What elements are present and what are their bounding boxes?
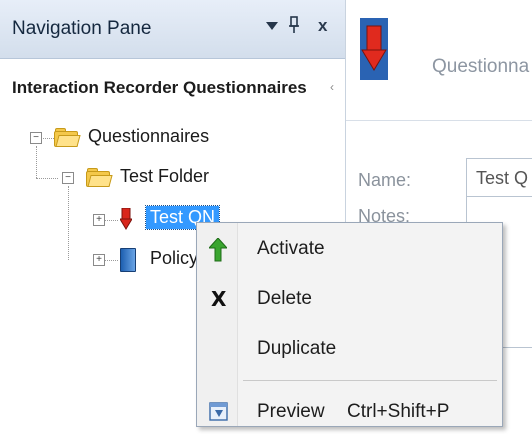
name-field-value: Test Q (476, 168, 529, 188)
section-overflow-indicator: ‹ (330, 80, 334, 94)
expand-test-qn-toggle[interactable]: + (93, 214, 105, 226)
tree-connector (40, 138, 54, 139)
menu-item-activate-label: Activate (257, 238, 325, 259)
menu-item-preview-label: Preview (257, 401, 325, 422)
pane-dropdown-icon[interactable] (266, 22, 278, 30)
menu-separator (243, 380, 497, 381)
menu-item-delete-label: Delete (257, 288, 312, 309)
tree-connector (68, 186, 69, 260)
collapse-questionnaires-toggle[interactable]: − (30, 132, 42, 144)
collapse-test-folder-toggle[interactable]: − (62, 172, 74, 184)
detail-heading: Questionna (432, 56, 530, 77)
menu-item-duplicate[interactable]: Duplicate (197, 327, 502, 371)
navigation-pane-title: Navigation Pane (12, 18, 152, 39)
questionnaire-large-icon (360, 18, 388, 80)
menu-item-activate[interactable]: Activate (197, 227, 502, 271)
tree-item-policy[interactable]: Policy (150, 248, 198, 269)
expand-policy-toggle[interactable]: + (93, 254, 105, 266)
section-title: Interaction Recorder Questionnaires (12, 78, 307, 97)
x-icon: X (211, 287, 227, 311)
tree-connector (36, 178, 58, 179)
context-menu: Activate X Delete Duplicate Preview Ctrl… (196, 222, 503, 427)
menu-item-preview-shortcut: Ctrl+Shift+P (347, 401, 450, 422)
pin-icon[interactable] (288, 16, 300, 39)
navigation-pane-header: Navigation Pane x (0, 0, 345, 59)
menu-item-duplicate-label: Duplicate (257, 338, 337, 359)
blue-questionnaire-icon (120, 248, 136, 272)
tree-connector (104, 220, 118, 221)
tree-item-test-folder[interactable]: Test Folder (120, 166, 209, 187)
close-pane-button[interactable]: x (318, 16, 327, 36)
menu-item-delete[interactable]: X Delete (197, 277, 502, 321)
preview-icon (209, 401, 228, 423)
folder-icon (54, 128, 81, 147)
detail-header: Questionna (346, 0, 532, 121)
tree-item-questionnaires[interactable]: Questionnaires (88, 126, 209, 147)
tree-connector (104, 260, 118, 261)
red-questionnaire-icon (119, 207, 133, 230)
menu-item-preview[interactable]: Preview Ctrl+Shift+P (197, 390, 502, 434)
name-label: Name: (358, 170, 412, 190)
folder-icon (86, 168, 113, 187)
green-up-arrow-icon (207, 237, 229, 262)
tree-connector (36, 146, 37, 178)
